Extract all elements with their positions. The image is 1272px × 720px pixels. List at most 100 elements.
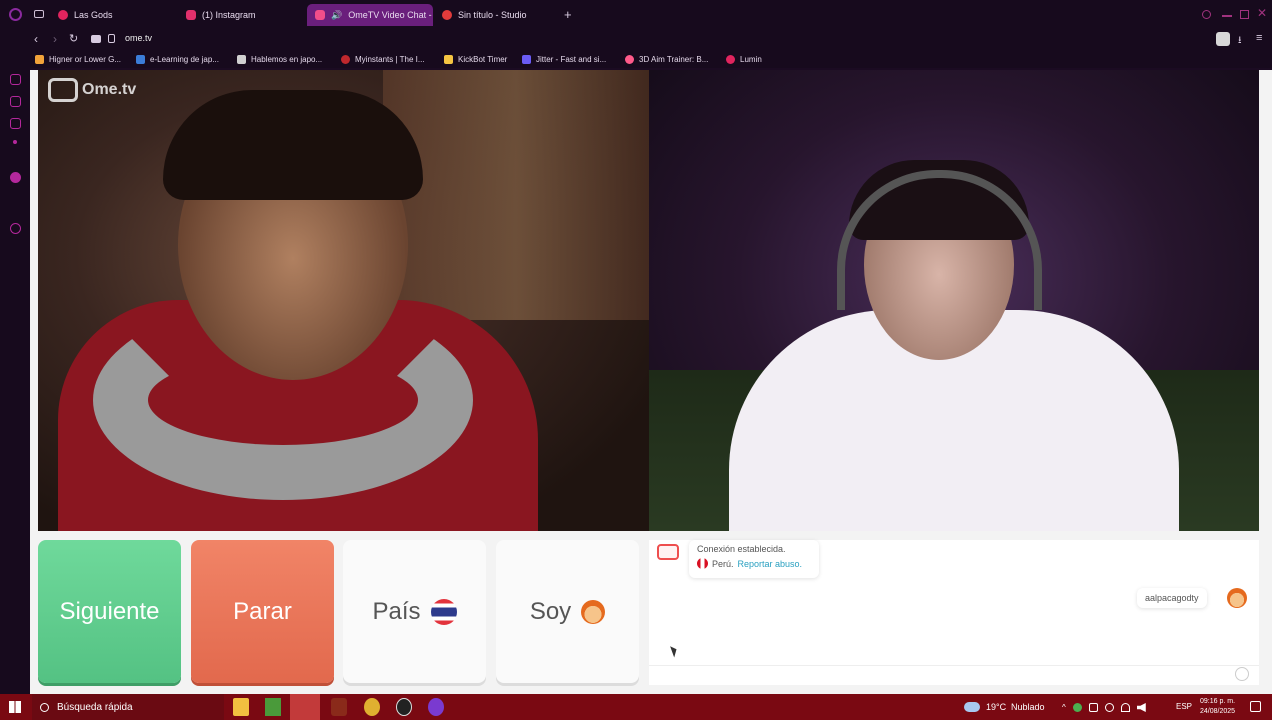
ometv-logo: Ome.tv (48, 78, 136, 102)
minimize-icon[interactable] (1222, 15, 1232, 17)
boy-avatar-icon (581, 599, 606, 624)
country-button[interactable]: País (343, 540, 486, 683)
bookmark-item[interactable]: Higner or Lower G... (35, 53, 121, 65)
tray-app-icon[interactable] (1072, 703, 1082, 712)
local-person-hair (163, 90, 423, 200)
sidebar-settings-icon[interactable] (10, 223, 21, 234)
bookmark-favicon-icon (726, 54, 735, 64)
connection-status: Conexión establecida. (697, 544, 786, 554)
chevron-up-icon[interactable]: ^ (1062, 703, 1066, 712)
browser-tab-bar: Las Gods (1) Instagram 🔊 OmeTV Video Cha… (0, 0, 1272, 30)
sidebar-instagram-icon[interactable] (10, 118, 21, 129)
bookmark-item[interactable]: KickBot Timer (444, 53, 507, 65)
bookmark-label: KickBot Timer (458, 54, 508, 64)
bookmark-label: Myinstants | The I... (355, 54, 425, 64)
next-button[interactable]: Siguiente (38, 540, 181, 683)
language-indicator[interactable]: ESP (1176, 702, 1192, 711)
maximize-icon[interactable] (1240, 10, 1249, 19)
lock-icon (108, 34, 115, 43)
notifications-icon[interactable] (1250, 701, 1261, 712)
start-icon[interactable] (9, 701, 21, 713)
bookmark-favicon-icon (625, 54, 634, 64)
weather-desc: Nublado (1011, 702, 1045, 712)
stop-button-label: Parar (233, 597, 292, 625)
browser-taskbar-icon[interactable] (428, 698, 444, 716)
steam-icon[interactable] (364, 698, 380, 716)
reload-icon[interactable]: ↻ (69, 32, 78, 45)
volume-icon[interactable] (1136, 703, 1146, 712)
app-icon[interactable] (290, 694, 320, 720)
bookmarks-bar: Higner or Lower G... e-Learning de jap..… (0, 50, 1272, 68)
bookmark-label: e-Learning de jap... (150, 54, 219, 64)
ometv-chat-icon (657, 544, 679, 560)
clock-date: 24/08/2025 (1200, 708, 1236, 715)
tab-label: Sin título - Studio (458, 10, 527, 20)
tray-app-icon[interactable] (1088, 703, 1098, 712)
stop-button[interactable]: Parar (191, 540, 334, 683)
country-button-label: País (372, 597, 421, 625)
country-line: Perú. Reportar abuso. (697, 558, 811, 569)
browser-toolbar: ‹ › ↻ ome.tv ⭳ ≡ (0, 30, 1272, 50)
browser-sidebar (0, 68, 30, 694)
back-icon[interactable]: ‹ (34, 32, 38, 46)
tab-las-gods[interactable]: Las Gods (50, 4, 178, 26)
forward-icon[interactable]: › (53, 32, 57, 46)
address-bar[interactable]: ome.tv (125, 33, 152, 43)
bookmark-item[interactable]: 3D Aim Trainer: B... (625, 53, 708, 65)
local-video: Ome.tv (38, 70, 649, 531)
search-icon (40, 702, 49, 712)
soy-button[interactable]: Soy (496, 540, 639, 683)
minecraft-icon[interactable] (265, 698, 281, 716)
tab-label: (1) Instagram (202, 10, 256, 20)
chat-panel: Conexión establecida. Perú. Reportar abu… (649, 540, 1259, 685)
clock[interactable]: 09:16 p. m. 24/08/2025 (1200, 697, 1235, 717)
thailand-flag-icon (430, 598, 457, 625)
ometv-page: Ome.tv Siguiente Parar País Soy Conexión… (30, 70, 1272, 694)
bookmark-item[interactable]: Jitter - Fast and si... (522, 53, 606, 65)
tab-favicon-icon (58, 10, 68, 20)
search-tabs-icon[interactable] (1202, 10, 1211, 19)
obs-icon[interactable] (396, 698, 412, 716)
search-placeholder: Búsqueda rápida (57, 701, 133, 713)
sidebar-music-icon[interactable] (10, 172, 21, 183)
bookmark-label: Jitter - Fast and si... (536, 54, 607, 64)
tab-ometv[interactable]: 🔊 OmeTV Video Chat - (307, 4, 433, 26)
emoji-icon[interactable] (1235, 667, 1249, 681)
mouse-cursor-icon (670, 644, 679, 658)
sidebar-messenger-icon[interactable] (10, 74, 21, 85)
peru-flag-icon (697, 558, 708, 569)
tab-label: OmeTV Video Chat - (348, 10, 432, 20)
bookmark-item[interactable]: Lumin (726, 53, 762, 65)
tab-manager-icon[interactable] (34, 10, 44, 18)
extension-icon[interactable] (1216, 32, 1230, 46)
bookmark-label: Higner or Lower G... (49, 54, 122, 64)
sidebar-chat-icon[interactable] (10, 96, 21, 107)
speaker-icon: 🔊 (331, 9, 343, 20)
new-tab-button[interactable]: + (564, 7, 572, 22)
tray-icons[interactable]: ^ (1062, 703, 1166, 712)
user-avatar-icon (1227, 588, 1247, 608)
report-abuse-link[interactable]: Reportar abuso. (738, 559, 803, 569)
message-input[interactable] (649, 665, 1259, 685)
browser-logo-icon[interactable] (9, 8, 22, 21)
game-icon[interactable] (331, 698, 347, 716)
file-explorer-icon[interactable] (233, 698, 249, 716)
menu-icon[interactable]: ≡ (1256, 32, 1262, 44)
tab-studio[interactable]: Sin título - Studio (434, 4, 560, 26)
camera-icon[interactable] (91, 35, 101, 43)
tray-app-icon[interactable] (1104, 703, 1114, 712)
weather-temp[interactable]: 19°C (986, 702, 1006, 712)
ometv-logo-text: Ome.tv (82, 81, 137, 98)
bookmark-item[interactable]: e-Learning de jap... (136, 53, 219, 65)
wifi-icon[interactable] (1120, 703, 1130, 712)
bookmark-item[interactable]: Hablemos en japo... (237, 53, 322, 65)
download-icon[interactable]: ⭳ (1238, 33, 1242, 50)
bookmark-favicon-icon (522, 54, 531, 64)
bookmark-item[interactable]: Myinstants | The I... (341, 53, 425, 65)
windows-taskbar: Búsqueda rápida 19°C Nublado ^ ESP 09:16… (0, 694, 1272, 720)
next-button-label: Siguiente (59, 597, 160, 625)
close-window-icon[interactable]: ✕ (1257, 6, 1267, 20)
tab-instagram[interactable]: (1) Instagram (178, 4, 306, 26)
bookmark-favicon-icon (237, 54, 246, 64)
taskbar-search[interactable]: Búsqueda rápida (32, 694, 224, 720)
